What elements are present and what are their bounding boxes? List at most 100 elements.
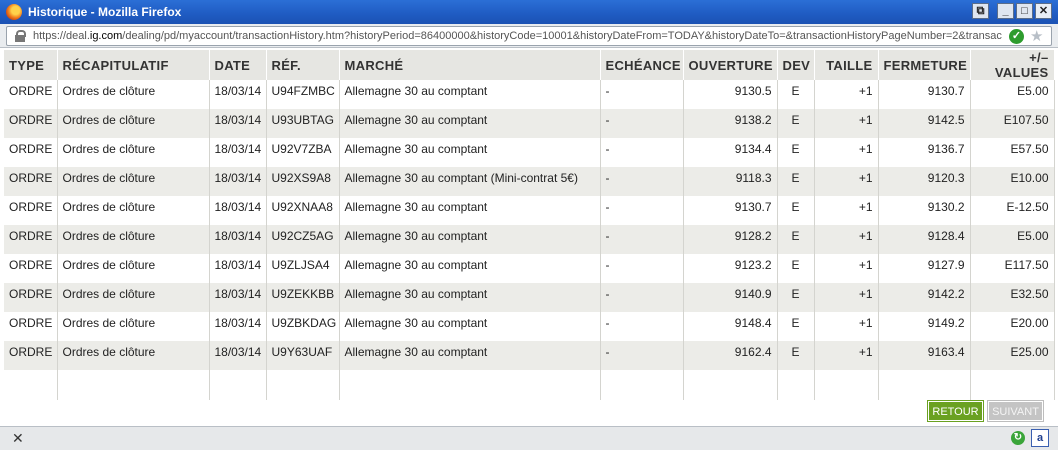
cell-dev: E — [777, 109, 815, 138]
cell-ref: U94FZMBC — [266, 80, 340, 109]
cell-ref: U92XS9A8 — [266, 167, 340, 196]
cell-taille: +1 — [814, 341, 879, 370]
cell-date: 18/03/14 — [209, 167, 267, 196]
minimize-button[interactable]: _ — [997, 3, 1014, 19]
header-taille[interactable]: TAILLE — [814, 50, 879, 80]
cell-fermeture: 9163.4 — [878, 341, 971, 370]
status-bar: ✕ ↻ a — [0, 426, 1058, 450]
header-recapitulatif[interactable]: RÉCAPITULATIF — [57, 50, 210, 80]
table-row[interactable]: ORDRE Ordres de clôture 18/03/14 U92XS9A8 Al… — [4, 167, 1055, 196]
header-echeance[interactable]: ECHÉANCE — [600, 50, 684, 80]
empty-cell — [57, 370, 210, 400]
cell-ouverture: 9148.4 — [683, 312, 778, 341]
refresh-icon[interactable]: ↻ — [1011, 431, 1025, 445]
cell-recapitulatif: Ordres de clôture — [57, 283, 210, 312]
close-icon[interactable]: ✕ — [12, 430, 24, 447]
cell-values: E5.00 — [970, 225, 1055, 254]
cell-fermeture: 9136.7 — [878, 138, 971, 167]
cell-marche: Allemagne 30 au comptant — [339, 341, 601, 370]
cell-type: ORDRE — [4, 138, 58, 167]
header-type[interactable]: TYPE — [4, 50, 58, 80]
header-ouverture[interactable]: OUVERTURE — [683, 50, 778, 80]
url-text[interactable]: https://deal.ig.com/dealing/pd/myaccount… — [33, 30, 1003, 42]
cell-type: ORDRE — [4, 196, 58, 225]
cell-values: E10.00 — [970, 167, 1055, 196]
lock-icon[interactable] — [15, 30, 26, 42]
cell-values: E-12.50 — [970, 196, 1055, 225]
empty-cell — [777, 370, 815, 400]
table-row[interactable]: ORDRE Ordres de clôture 18/03/14 U94FZMBC Al… — [4, 80, 1055, 109]
cell-ref: U92XNAA8 — [266, 196, 340, 225]
header-dev[interactable]: DEV — [777, 50, 815, 80]
cell-marche: Allemagne 30 au comptant — [339, 109, 601, 138]
cell-taille: +1 — [814, 80, 879, 109]
cell-ouverture: 9118.3 — [683, 167, 778, 196]
cell-date: 18/03/14 — [209, 196, 267, 225]
cell-fermeture: 9128.4 — [878, 225, 971, 254]
url-domain: ig.com — [89, 30, 123, 42]
cell-recapitulatif: Ordres de clôture — [57, 341, 210, 370]
header-fermeture[interactable]: FERMETURE — [878, 50, 971, 80]
cell-fermeture: 9130.7 — [878, 80, 971, 109]
table-row[interactable]: ORDRE Ordres de clôture 18/03/14 U9ZLJSA4 Al… — [4, 254, 1055, 283]
cell-taille: +1 — [814, 312, 879, 341]
firefox-icon — [6, 4, 22, 20]
table-row[interactable]: ORDRE Ordres de clôture 18/03/14 U9ZBKDAG Al… — [4, 312, 1055, 341]
cell-values: E107.50 — [970, 109, 1055, 138]
cell-ouverture: 9123.2 — [683, 254, 778, 283]
transaction-history-table: TYPE RÉCAPITULATIF DATE RÉF. MARCHÉ ECHÉ… — [4, 50, 1055, 400]
cell-ouverture: 9140.9 — [683, 283, 778, 312]
cell-recapitulatif: Ordres de clôture — [57, 80, 210, 109]
header-values[interactable]: +/– VALUES — [970, 50, 1055, 80]
cell-date: 18/03/14 — [209, 109, 267, 138]
addon-icon[interactable]: a — [1031, 429, 1049, 447]
cell-marche: Allemagne 30 au comptant — [339, 225, 601, 254]
cell-marche: Allemagne 30 au comptant — [339, 196, 601, 225]
cell-recapitulatif: Ordres de clôture — [57, 196, 210, 225]
cell-ouverture: 9130.7 — [683, 196, 778, 225]
cell-date: 18/03/14 — [209, 225, 267, 254]
suivant-button[interactable]: SUIVANT — [988, 401, 1043, 421]
cell-ref: U9ZEKKBB — [266, 283, 340, 312]
close-button[interactable]: ✕ — [1035, 3, 1052, 19]
retour-button[interactable]: RETOUR — [928, 401, 983, 421]
header-ref[interactable]: RÉF. — [266, 50, 340, 80]
cell-echeance: - — [600, 138, 684, 167]
cell-taille: +1 — [814, 109, 879, 138]
cell-dev: E — [777, 167, 815, 196]
cell-dev: E — [777, 80, 815, 109]
bookmark-star-icon[interactable]: ★ — [1030, 29, 1043, 44]
cell-echeance: - — [600, 341, 684, 370]
restore-tab-icon[interactable]: ⧉ — [972, 3, 989, 19]
empty-cell — [266, 370, 340, 400]
url-field[interactable]: https://deal.ig.com/dealing/pd/myaccount… — [6, 26, 1052, 46]
cell-type: ORDRE — [4, 312, 58, 341]
check-icon[interactable]: ✓ — [1009, 28, 1024, 44]
cell-ref: U9ZBKDAG — [266, 312, 340, 341]
cell-date: 18/03/14 — [209, 80, 267, 109]
cell-fermeture: 9127.9 — [878, 254, 971, 283]
cell-taille: +1 — [814, 196, 879, 225]
header-marche[interactable]: MARCHÉ — [339, 50, 601, 80]
cell-values: E20.00 — [970, 312, 1055, 341]
cell-ref: U9Y63UAF — [266, 341, 340, 370]
cell-type: ORDRE — [4, 80, 58, 109]
cell-type: ORDRE — [4, 283, 58, 312]
url-bar: https://deal.ig.com/dealing/pd/myaccount… — [0, 24, 1058, 48]
cell-recapitulatif: Ordres de clôture — [57, 312, 210, 341]
empty-cell — [970, 370, 1055, 400]
table-row[interactable]: ORDRE Ordres de clôture 18/03/14 U92V7ZBA Al… — [4, 138, 1055, 167]
table-row[interactable]: ORDRE Ordres de clôture 18/03/14 U93UBTAG Al… — [4, 109, 1055, 138]
empty-cell — [600, 370, 684, 400]
table-row[interactable]: ORDRE Ordres de clôture 18/03/14 U92XNAA8 Al… — [4, 196, 1055, 225]
cell-dev: E — [777, 341, 815, 370]
header-date[interactable]: DATE — [209, 50, 267, 80]
table-row[interactable]: ORDRE Ordres de clôture 18/03/14 U9ZEKKBB Al… — [4, 283, 1055, 312]
table-row[interactable]: ORDRE Ordres de clôture 18/03/14 U9Y63UAF Al… — [4, 341, 1055, 370]
cell-taille: +1 — [814, 254, 879, 283]
empty-cell — [339, 370, 601, 400]
cell-echeance: - — [600, 196, 684, 225]
table-row[interactable]: ORDRE Ordres de clôture 18/03/14 U92CZ5AG Al… — [4, 225, 1055, 254]
maximize-button[interactable]: □ — [1016, 3, 1033, 19]
cell-dev: E — [777, 283, 815, 312]
